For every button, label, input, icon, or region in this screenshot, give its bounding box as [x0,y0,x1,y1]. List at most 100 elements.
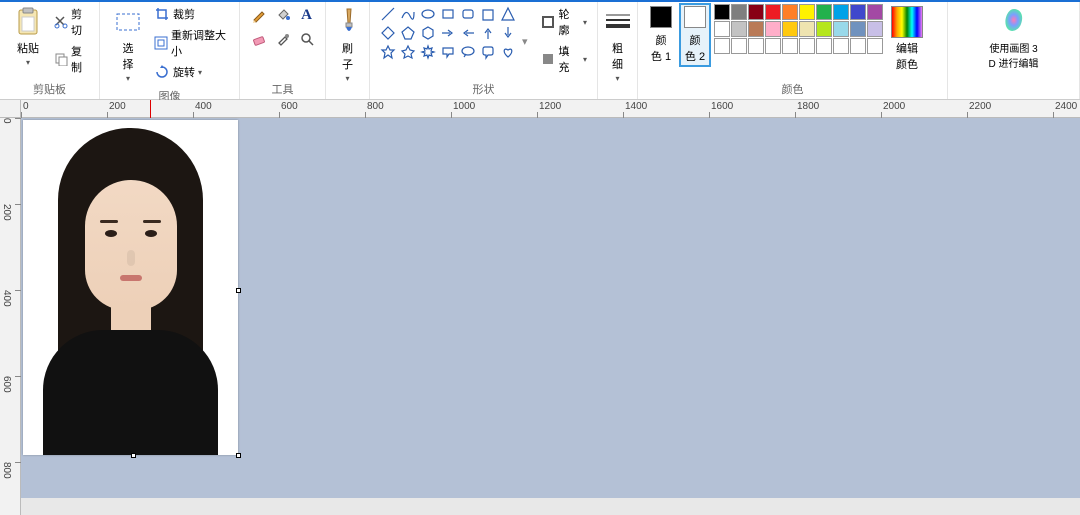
tools-grid: A [248,4,318,50]
color-swatch[interactable] [782,21,798,37]
panel-clipboard: 粘贴 剪切 复制 剪贴板 [0,0,100,99]
paint3d-icon [998,6,1030,38]
color-swatch[interactable] [816,4,832,20]
panel-tools: A 工具 [240,0,326,99]
shapes-more-button[interactable]: ▾ [522,35,530,48]
color-swatch[interactable] [867,21,883,37]
workspace: 0200400600800100012001400160018002000220… [0,100,1080,515]
paint3d-label: 使用画图 3 D 进行编辑 [989,40,1039,70]
color-swatch[interactable] [833,4,849,20]
color-swatch[interactable] [799,21,815,37]
color2-button[interactable]: 颜 色 2 [680,4,710,66]
color-swatch[interactable] [714,21,730,37]
color-swatch[interactable] [731,4,747,20]
color-swatch[interactable] [748,21,764,37]
crop-icon [154,6,170,22]
custom-color-slot[interactable] [765,38,781,54]
color-swatch[interactable] [731,21,747,37]
panel-paint3d: 使用画图 3 D 进行编辑 [948,0,1080,99]
fill-tool[interactable] [272,4,294,26]
size-label: 粗 细 [612,40,623,72]
size-icon [602,6,634,38]
ruler-vertical: 0200400600800 [0,118,21,515]
ribbon-toolbar: 粘贴 剪切 复制 剪贴板 选 择 [0,0,1080,100]
canvas-image[interactable] [23,120,238,455]
select-button[interactable]: 选 择 [108,4,148,85]
color2-label: 颜 色 2 [685,32,705,64]
custom-color-slot[interactable] [714,38,730,54]
color-swatch[interactable] [782,4,798,20]
copy-label: 复制 [71,43,89,75]
paste-label: 粘贴 [17,40,39,56]
copy-icon [54,51,68,67]
color-swatch[interactable] [765,21,781,37]
color-swatch[interactable] [748,4,764,20]
custom-color-slot[interactable] [799,38,815,54]
panel-image: 选 择 裁剪 重新调整大小 旋转 ▾ 图像 [100,0,240,99]
spectrum-icon [891,6,923,38]
panel-shapes-label: 形状 [378,78,589,97]
custom-color-slot[interactable] [867,38,883,54]
fill-button[interactable]: 填充▾ [538,41,589,77]
color-swatch[interactable] [833,21,849,37]
size-button[interactable]: 粗 细 [598,4,638,85]
edit-colors-button[interactable]: 编辑 颜色 [887,4,927,74]
custom-color-slot[interactable] [816,38,832,54]
copy-button[interactable]: 复制 [52,41,91,77]
color2-swatch [684,6,706,28]
scissors-icon [54,14,68,30]
color-swatch[interactable] [867,4,883,20]
custom-color-slot[interactable] [782,38,798,54]
brushes-label: 刷 子 [342,40,353,72]
color-swatch[interactable] [714,4,730,20]
text-tool[interactable]: A [296,4,318,26]
portrait-photo [23,120,238,455]
ruler-horizontal: 0200400600800100012001400160018002000220… [21,100,1080,118]
color1-label: 颜 色 1 [651,32,671,64]
pencil-tool[interactable] [248,4,270,26]
rotate-label: 旋转 [173,64,195,80]
rotate-button[interactable]: 旋转 ▾ [152,62,231,82]
color-swatch[interactable] [799,4,815,20]
paste-button[interactable]: 粘贴 [8,4,48,69]
magnifier-tool[interactable] [296,28,318,50]
panel-tools-label: 工具 [248,78,317,97]
color-swatch[interactable] [816,21,832,37]
color-swatch[interactable] [850,4,866,20]
custom-color-slot[interactable] [731,38,747,54]
panel-colors-label: 颜色 [646,78,939,97]
scrollbar-horizontal[interactable] [21,498,1080,515]
panel-shapes: ▾ 轮廓▾ 填充▾ 形状 [370,0,598,99]
paint3d-button[interactable]: 使用画图 3 D 进行编辑 [985,4,1043,72]
picker-tool[interactable] [272,28,294,50]
color-swatch[interactable] [850,21,866,37]
panel-size: 粗 细 [598,0,638,99]
edit-colors-label: 编辑 颜色 [896,40,918,72]
custom-color-slot[interactable] [833,38,849,54]
panel-brushes: 刷 子 [326,0,370,99]
panel-colors: 颜 色 1 颜 色 2 编辑 颜色 颜色 [638,0,948,99]
cut-button[interactable]: 剪切 [52,4,91,40]
color1-button[interactable]: 颜 色 1 [646,4,676,66]
outline-button[interactable]: 轮廓▾ [538,4,589,40]
eraser-tool[interactable] [248,28,270,50]
panel-clipboard-label: 剪贴板 [8,78,91,97]
shapes-gallery[interactable] [378,4,518,61]
crop-button[interactable]: 裁剪 [152,4,231,24]
brushes-button[interactable]: 刷 子 [328,4,368,85]
resize-label: 重新调整大小 [171,27,229,59]
cut-label: 剪切 [71,6,89,38]
canvas-area[interactable] [21,118,1080,515]
brush-icon [332,6,364,38]
custom-color-slot[interactable] [748,38,764,54]
select-icon [112,6,144,38]
fill-label: 填充 [558,43,580,75]
outline-label: 轮廓 [558,6,580,38]
outline-icon [540,14,556,30]
resize-icon [154,35,168,51]
ruler-corner [0,100,21,118]
color-swatch[interactable] [765,4,781,20]
resize-button[interactable]: 重新调整大小 [152,25,231,61]
color-palette [714,4,883,54]
custom-color-slot[interactable] [850,38,866,54]
